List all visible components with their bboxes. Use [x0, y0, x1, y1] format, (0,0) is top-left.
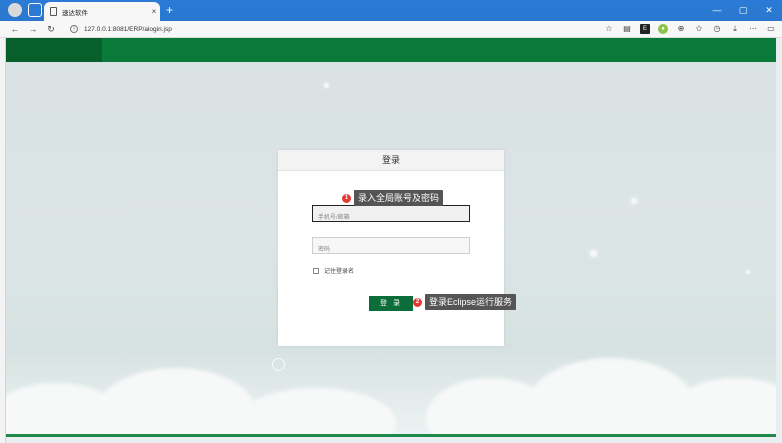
- decor-ring: [272, 358, 285, 371]
- reader-icon[interactable]: ▤: [622, 24, 632, 34]
- decor-cloud: [96, 368, 256, 437]
- decor-bubble: [590, 250, 597, 257]
- tab-close-icon[interactable]: ×: [148, 7, 160, 16]
- username-input[interactable]: [313, 210, 469, 226]
- login-button[interactable]: 登 录: [369, 296, 413, 311]
- page-icon: [50, 7, 57, 16]
- address-toolbar: ← → ↻ i 127.0.0.1:8081/ERP/alogin.jsp ☆ …: [0, 21, 782, 38]
- extension-b-icon[interactable]: ●: [658, 24, 668, 34]
- more-icon[interactable]: ⋯: [748, 24, 758, 34]
- close-window-button[interactable]: ✕: [756, 0, 782, 21]
- annotation-badge: 1: [342, 193, 351, 203]
- footer-line: [6, 434, 776, 437]
- annotation-1: 1 录入全局账号及密码: [342, 190, 444, 206]
- password-input[interactable]: [313, 242, 469, 258]
- remember-checkbox[interactable]: [313, 267, 319, 274]
- new-tab-button[interactable]: +: [166, 3, 173, 17]
- annotation-badge: 2: [413, 297, 422, 307]
- decor-bubble: [746, 270, 750, 274]
- browser-tab-bar: 速达软件 × + — ▢ ✕: [0, 0, 782, 21]
- tab-actions-icon[interactable]: [28, 3, 42, 17]
- star-icon[interactable]: ☆: [604, 24, 614, 34]
- refresh-button[interactable]: ↻: [44, 24, 58, 35]
- remember-label: 记住登录名: [324, 269, 355, 275]
- login-title: 登录: [278, 150, 504, 171]
- address-bar[interactable]: i 127.0.0.1:8081/ERP/alogin.jsp: [70, 23, 550, 36]
- tab-title: 速达软件: [62, 9, 88, 17]
- sidebar-icon[interactable]: ▭: [766, 24, 776, 34]
- header-logo-area: [6, 38, 102, 62]
- window-controls: — ▢ ✕: [704, 0, 782, 21]
- profile-avatar-icon[interactable]: [8, 3, 22, 17]
- history-icon[interactable]: ◷: [712, 24, 722, 34]
- annotation-tooltip: 登录Eclipse运行服务: [425, 294, 517, 310]
- url-text[interactable]: 127.0.0.1:8081/ERP/alogin.jsp: [84, 26, 172, 33]
- header-band: [6, 38, 776, 62]
- browser-tab-active[interactable]: 速达软件 ×: [44, 2, 160, 21]
- site-info-icon[interactable]: i: [70, 25, 78, 33]
- decor-bubble: [324, 83, 329, 88]
- puzzle-icon[interactable]: ⊕: [676, 24, 686, 34]
- download-icon[interactable]: ⤓: [730, 24, 740, 34]
- login-card: 登录 记住登录名 登 录: [278, 150, 504, 346]
- password-field[interactable]: [312, 237, 470, 258]
- decor-cloud: [236, 388, 396, 437]
- back-button[interactable]: ←: [8, 24, 22, 34]
- favorites-icon[interactable]: ✩: [694, 24, 704, 34]
- remember-login[interactable]: 记住登录名: [313, 266, 354, 275]
- extension-a-icon[interactable]: E: [640, 24, 650, 34]
- username-field[interactable]: [312, 205, 470, 226]
- login-page: 登录 记住登录名 登 录 1 录入全局账号及密码 2 登录Eclipse运行服务: [6, 38, 776, 437]
- browser-toolbar-icons: ☆ ▤ E ● ⊕ ✩ ◷ ⤓ ⋯ ▭: [604, 24, 776, 34]
- annotation-tooltip: 录入全局账号及密码: [354, 190, 444, 206]
- minimize-button[interactable]: —: [704, 0, 730, 21]
- maximize-button[interactable]: ▢: [730, 0, 756, 21]
- forward-button[interactable]: →: [26, 24, 40, 34]
- annotation-2: 2 登录Eclipse运行服务: [413, 294, 517, 310]
- decor-bubble: [631, 198, 637, 204]
